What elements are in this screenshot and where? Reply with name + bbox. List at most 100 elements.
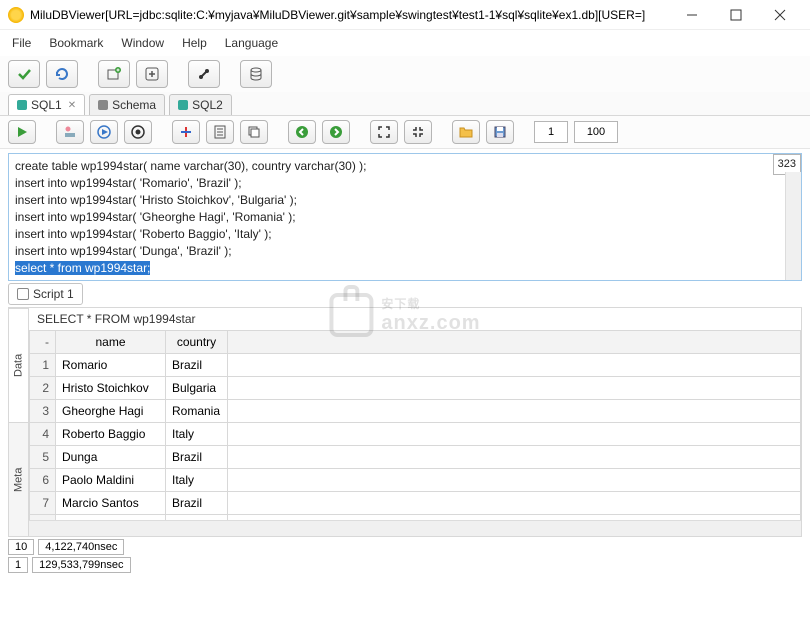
table-row[interactable]: 5DungaBrazil — [30, 446, 801, 469]
editor-scrollbar[interactable] — [785, 172, 801, 280]
run-button[interactable] — [8, 120, 36, 144]
page-input[interactable] — [534, 121, 568, 143]
close-icon[interactable]: ✕ — [68, 100, 76, 111]
tab-schema-label: Schema — [112, 98, 156, 112]
collapse-button[interactable] — [404, 120, 432, 144]
tab-sql2-label: SQL2 — [192, 98, 223, 112]
table-row[interactable]: 2Hristo StoichkovBulgaria — [30, 377, 801, 400]
row-number: 2 — [30, 377, 56, 400]
tab-sql1-label: SQL1 — [31, 98, 62, 112]
editor-line: insert into wp1994star( 'Romario', 'Braz… — [15, 175, 795, 192]
sql-icon — [178, 100, 188, 110]
menu-file[interactable]: File — [12, 36, 31, 50]
menu-language[interactable]: Language — [225, 36, 278, 50]
cell-country: Brazil — [166, 446, 228, 469]
cell-country: Romania — [166, 400, 228, 423]
minimize-button[interactable] — [670, 1, 714, 29]
menu-help[interactable]: Help — [182, 36, 207, 50]
cell-name: Roberto Baggio — [56, 423, 166, 446]
database-button[interactable] — [240, 60, 272, 88]
schema-icon — [98, 100, 108, 110]
row-number: 3 — [30, 400, 56, 423]
table-row[interactable]: 7Marcio SantosBrazil — [30, 492, 801, 515]
next-button[interactable] — [322, 120, 350, 144]
maximize-button[interactable] — [714, 1, 758, 29]
script-icon — [17, 288, 29, 300]
tab-script1[interactable]: Script 1 — [8, 283, 83, 305]
cell-country: Bulgaria — [166, 377, 228, 400]
col-dash[interactable]: - — [30, 331, 56, 354]
open-folder-button[interactable] — [452, 120, 480, 144]
cell-empty — [228, 469, 801, 492]
close-button[interactable] — [758, 1, 802, 29]
editor-line: insert into wp1994star( 'Dunga', 'Brazil… — [15, 243, 795, 260]
expand-button[interactable] — [370, 120, 398, 144]
cell-empty — [228, 492, 801, 515]
cell-name: Romario — [56, 354, 166, 377]
cell-name: Paolo Maldini — [56, 469, 166, 492]
script-tabs: Script 1 — [0, 283, 810, 305]
row-number: 1 — [30, 354, 56, 377]
result-query: SELECT * FROM wp1994star — [29, 308, 801, 330]
run-step-button[interactable] — [90, 120, 118, 144]
cell-empty — [228, 400, 801, 423]
open-script-button[interactable] — [206, 120, 234, 144]
editor-line: create table wp1994star( name varchar(30… — [15, 158, 795, 175]
col-empty — [228, 331, 801, 354]
col-name[interactable]: name — [56, 331, 166, 354]
timing1-count: 10 — [8, 539, 34, 555]
cell-name: Marcio Santos — [56, 492, 166, 515]
tab-schema[interactable]: Schema — [89, 94, 165, 115]
explain-button[interactable] — [56, 120, 84, 144]
col-country[interactable]: country — [166, 331, 228, 354]
new-tab-button[interactable] — [98, 60, 130, 88]
result-scrollbar[interactable] — [29, 520, 801, 536]
editor-tabs: SQL1 ✕ Schema SQL2 — [0, 92, 810, 116]
table-row[interactable]: 4Roberto BaggioItaly — [30, 423, 801, 446]
cell-empty — [228, 423, 801, 446]
sidetab-meta[interactable]: Meta — [9, 422, 28, 536]
commit-button[interactable] — [8, 60, 40, 88]
sql-toolbar — [0, 116, 810, 149]
result-side-tabs: Data Meta — [9, 308, 29, 536]
cell-empty — [228, 377, 801, 400]
tab-sql1[interactable]: SQL1 ✕ — [8, 94, 85, 115]
window-title: MiluDBViewer[URL=jdbc:sqlite:C:¥myjava¥M… — [30, 8, 670, 22]
menu-bookmark[interactable]: Bookmark — [49, 36, 103, 50]
cell-country: Italy — [166, 469, 228, 492]
sql-icon — [17, 100, 27, 110]
cell-name: Dunga — [56, 446, 166, 469]
copy-button[interactable] — [240, 120, 268, 144]
row-number: 7 — [30, 492, 56, 515]
editor-line: insert into wp1994star( 'Hristo Stoichko… — [15, 192, 795, 209]
table-row[interactable]: 3Gheorghe HagiRomania — [30, 400, 801, 423]
timing2-time: 129,533,799nsec — [32, 557, 130, 573]
run-all-button[interactable] — [124, 120, 152, 144]
cell-empty — [228, 446, 801, 469]
add-button[interactable] — [136, 60, 168, 88]
title-bar: MiluDBViewer[URL=jdbc:sqlite:C:¥myjava¥M… — [0, 0, 810, 30]
rollback-button[interactable] — [46, 60, 78, 88]
new-script-button[interactable] — [172, 120, 200, 144]
table-row[interactable]: 1RomarioBrazil — [30, 354, 801, 377]
timing-row-2: 1 129,533,799nsec — [8, 557, 802, 573]
editor-line: insert into wp1994star( 'Gheorghe Hagi',… — [15, 209, 795, 226]
connect-button[interactable] — [188, 60, 220, 88]
cell-name: Hristo Stoichkov — [56, 377, 166, 400]
menu-bar: File Bookmark Window Help Language — [0, 30, 810, 56]
prev-button[interactable] — [288, 120, 316, 144]
cell-country: Brazil — [166, 354, 228, 377]
cell-country: Brazil — [166, 492, 228, 515]
row-number: 4 — [30, 423, 56, 446]
sidetab-data[interactable]: Data — [9, 308, 28, 422]
tab-sql2[interactable]: SQL2 — [169, 94, 232, 115]
editor-selection: select * from wp1994star; — [15, 261, 150, 275]
sql-editor[interactable]: 323 create table wp1994star( name varcha… — [8, 153, 802, 281]
save-button[interactable] — [486, 120, 514, 144]
timing2-count: 1 — [8, 557, 28, 573]
menu-window[interactable]: Window — [121, 36, 164, 50]
row-number: 5 — [30, 446, 56, 469]
table-row[interactable]: 6Paolo MaldiniItaly — [30, 469, 801, 492]
result-grid[interactable]: - name country 1RomarioBrazil2Hristo Sto… — [29, 330, 801, 520]
rows-input[interactable] — [574, 121, 618, 143]
